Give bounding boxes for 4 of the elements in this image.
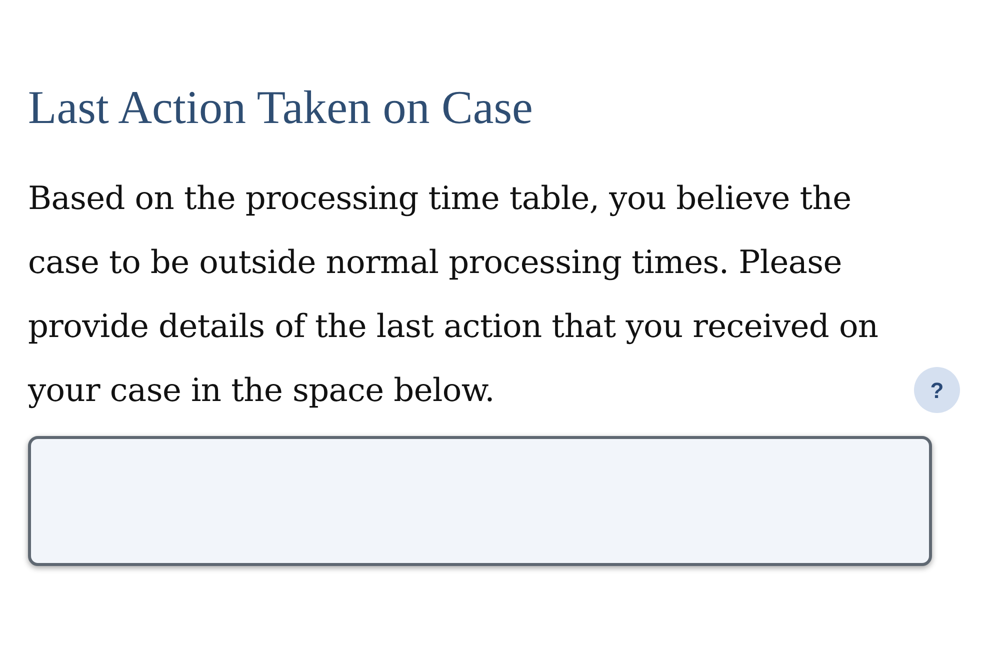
help-button[interactable]: ? <box>914 367 960 414</box>
section-heading: Last Action Taken on Case <box>28 81 534 136</box>
instructions-text: Based on the processing time table, you believe the case to be outside normal processing times. Please provide details of the last action that you received on your case in the space below. <box>28 178 880 412</box>
details-field[interactable] <box>28 436 932 566</box>
